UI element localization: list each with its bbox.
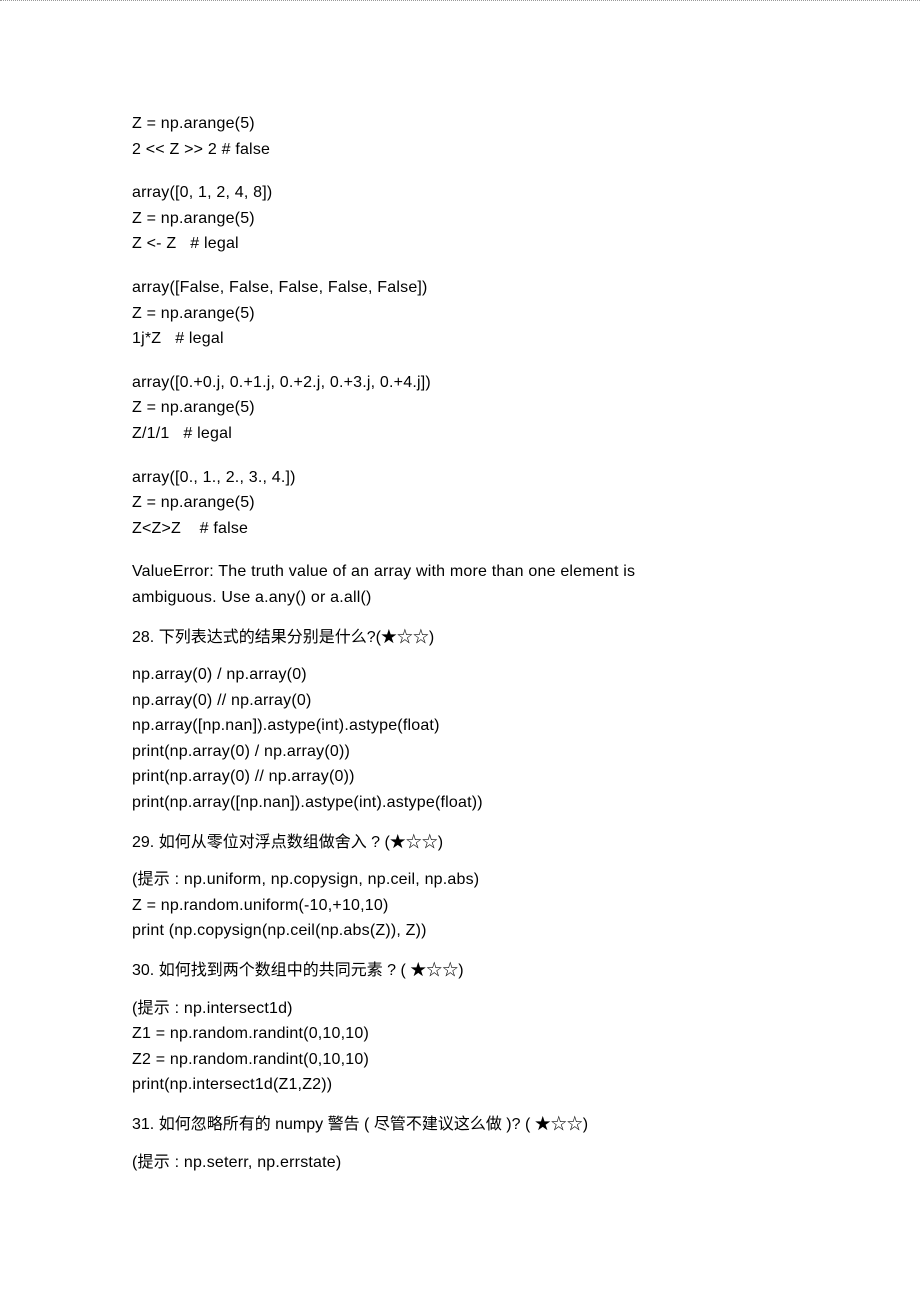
document-page: Z = np.arange(5) 2 << Z >> 2 # false arr… — [0, 0, 920, 1255]
question-28-heading: 28. 下列表达式的结果分别是什么?(★☆☆) — [132, 625, 790, 651]
question-29-heading: 29. 如何从零位对浮点数组做舍入 ? (★☆☆) — [132, 830, 790, 856]
hint-line: (提示 : np.seterr, np.errstate) — [132, 1150, 790, 1176]
code-line: print(np.intersect1d(Z1,Z2)) — [132, 1072, 790, 1098]
paragraph-gap — [132, 352, 790, 370]
question-31-heading: 31. 如何忽略所有的 numpy 警告 ( 尽管不建议这么做 )? ( ★☆☆… — [132, 1112, 790, 1138]
code-line: Z = np.arange(5) — [132, 206, 790, 232]
code-line: Z <- Z # legal — [132, 231, 790, 257]
code-line: array([0, 1, 2, 4, 8]) — [132, 180, 790, 206]
code-line: print(np.array(0) / np.array(0)) — [132, 739, 790, 765]
code-line: Z = np.arange(5) — [132, 111, 790, 137]
code-line: Z = np.arange(5) — [132, 301, 790, 327]
code-line: np.array(0) // np.array(0) — [132, 688, 790, 714]
code-line: Z = np.random.uniform(-10,+10,10) — [132, 893, 790, 919]
paragraph-gap — [132, 162, 790, 180]
code-line: np.array([np.nan]).astype(int).astype(fl… — [132, 713, 790, 739]
paragraph-gap — [132, 541, 790, 559]
code-line: array([0.+0.j, 0.+1.j, 0.+2.j, 0.+3.j, 0… — [132, 370, 790, 396]
code-line: Z = np.arange(5) — [132, 490, 790, 516]
code-line: array([False, False, False, False, False… — [132, 275, 790, 301]
code-line: Z<Z>Z # false — [132, 516, 790, 542]
code-line: Z/1/1 # legal — [132, 421, 790, 447]
code-line: print(np.array(0) // np.array(0)) — [132, 764, 790, 790]
code-line: Z2 = np.random.randint(0,10,10) — [132, 1047, 790, 1073]
question-30-heading: 30. 如何找到两个数组中的共同元素 ? ( ★☆☆) — [132, 958, 790, 984]
code-line: array([0., 1., 2., 3., 4.]) — [132, 465, 790, 491]
hint-line: (提示 : np.intersect1d) — [132, 996, 790, 1022]
paragraph-gap — [132, 257, 790, 275]
code-line: np.array(0) / np.array(0) — [132, 662, 790, 688]
error-line: ValueError: The truth value of an array … — [132, 559, 790, 585]
code-line: Z1 = np.random.randint(0,10,10) — [132, 1021, 790, 1047]
hint-line: (提示 : np.uniform, np.copysign, np.ceil, … — [132, 867, 790, 893]
code-line: print(np.array([np.nan]).astype(int).ast… — [132, 790, 790, 816]
code-line: Z = np.arange(5) — [132, 395, 790, 421]
code-line: 2 << Z >> 2 # false — [132, 137, 790, 163]
paragraph-gap — [132, 447, 790, 465]
error-line: ambiguous. Use a.any() or a.all() — [132, 585, 790, 611]
code-line: print (np.copysign(np.ceil(np.abs(Z)), Z… — [132, 918, 790, 944]
code-line: 1j*Z # legal — [132, 326, 790, 352]
